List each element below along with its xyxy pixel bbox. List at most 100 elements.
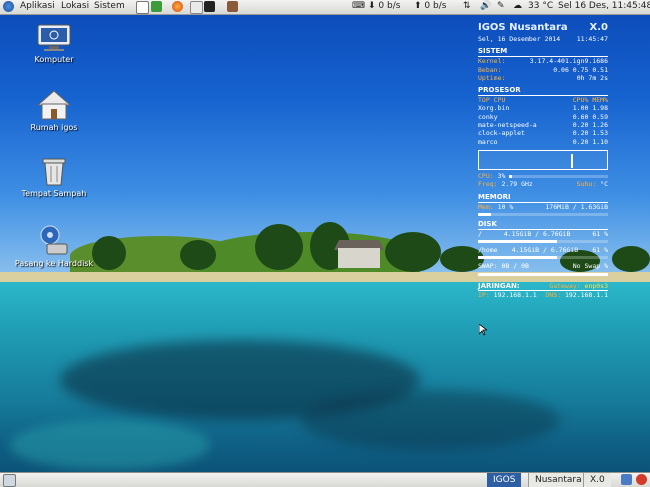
temperature-value[interactable]: 33 °C xyxy=(528,1,553,11)
prosesor-heading: PROSESOR xyxy=(478,86,608,97)
terminal-launcher-icon[interactable] xyxy=(204,1,215,12)
disk-bar-fill xyxy=(478,256,558,260)
firefox-launcher-icon[interactable] xyxy=(172,1,183,12)
swap-bar xyxy=(478,272,608,276)
desktop-icon-pasang-ke-harddisk[interactable]: Pasang ke Harddisk xyxy=(14,224,94,268)
sistem-value: 0h 7m 2s xyxy=(576,73,608,82)
network-tray-icon[interactable]: ⇅ xyxy=(463,1,471,11)
net-download-value: 0 b/s xyxy=(378,1,401,11)
disk-value: 4.15GiB / 6.76GiB xyxy=(511,246,579,255)
conky-system-monitor: IGOS Nusantara X.0 Sel, 16 Desember 2014… xyxy=(478,22,608,299)
wallpaper-tree xyxy=(385,232,441,272)
disk-percent: 61 % xyxy=(592,229,608,238)
freq-row: Freq: 2.79 GHz Suhu: °C xyxy=(478,180,608,188)
dns-label: DNS: xyxy=(545,291,562,300)
sistem-value: 3.17.4-401.ign9.i686 xyxy=(529,57,608,66)
desktop-icon-label: Pasang ke Harddisk xyxy=(14,259,94,268)
disk-bar-fill xyxy=(478,240,558,244)
wallpaper-tree xyxy=(255,224,303,270)
weather-tray-icon[interactable]: ☁ xyxy=(513,1,522,11)
workspace-2[interactable]: Nusantara xyxy=(528,473,588,487)
swap-label: SWAP: xyxy=(478,262,498,271)
disk-label: / xyxy=(478,229,482,238)
wallpaper-reef xyxy=(300,390,560,450)
disk-bar xyxy=(478,256,608,260)
sistem-label: Beban: xyxy=(478,65,502,74)
cpu-row: CPU: 3% xyxy=(478,172,608,180)
mem-row: Mem: 10 % 176MiB / 1.63GiB xyxy=(478,203,608,211)
show-desktop-icon[interactable] xyxy=(3,474,16,487)
disk-heading: DISK xyxy=(478,220,608,230)
desktop-icon-rumah-igos[interactable]: Rumah igos xyxy=(14,90,94,132)
mem-value: 176MiB / 1.63GiB xyxy=(545,202,608,211)
text-editor-launcher-icon[interactable] xyxy=(136,1,149,14)
wallpaper-reef xyxy=(10,420,210,470)
conky-title: IGOS Nusantara xyxy=(478,22,568,33)
workspace-1[interactable]: IGOS xyxy=(487,473,522,487)
process-mem: 1.98 xyxy=(592,104,608,113)
volume-tray-icon[interactable]: 🔊 xyxy=(480,1,491,11)
net-download-indicator: ⬇ 0 b/s xyxy=(368,1,401,11)
screen-icon[interactable] xyxy=(621,474,632,485)
desktop-icon-label: Tempat Sampah xyxy=(21,189,87,198)
cpu-usage-graph xyxy=(478,149,608,170)
wallpaper-hut xyxy=(338,248,380,268)
cpu-bar xyxy=(509,174,608,178)
menu-aplikasi[interactable]: Aplikasi xyxy=(20,1,55,11)
process-row: clock-applet 0.20 1.53 xyxy=(478,129,608,137)
process-row: marco 0.20 1.10 xyxy=(478,138,608,146)
top-panel: Aplikasi Lokasi Sistem ⌨ ⬇ 0 b/s ⬆ 0 b/s… xyxy=(0,0,650,15)
workspace-3[interactable]: X.0 xyxy=(583,473,611,487)
app-launcher-icon[interactable] xyxy=(227,1,238,12)
process-col-name: TOP CPU xyxy=(478,96,506,105)
process-row: conky 0.60 0.59 xyxy=(478,113,608,121)
jaringan-heading: JARINGAN: xyxy=(478,281,520,290)
clock[interactable]: Sel 16 Des, 11:45:48 xyxy=(558,1,650,11)
keyboard-tray-icon[interactable]: ⌨ xyxy=(352,1,365,11)
desktop-icon-label: Komputer xyxy=(34,55,74,64)
process-mem: 1.53 xyxy=(592,129,608,138)
cpu-value: 3% xyxy=(497,171,506,180)
process-name: marco xyxy=(478,137,498,146)
mem-bar xyxy=(478,212,608,216)
gateway-label: Gateway: xyxy=(549,281,581,290)
process-row: mate-netspeed-a 0.20 1.26 xyxy=(478,121,608,129)
menu-sistem[interactable]: Sistem xyxy=(94,1,125,11)
menu-lokasi[interactable]: Lokasi xyxy=(61,1,89,11)
desktop-icon-label: Rumah igos xyxy=(30,123,78,132)
process-mem: 0.59 xyxy=(592,112,608,121)
swap-value: 0B / 0B xyxy=(501,262,529,271)
wallpaper-tree xyxy=(92,236,126,270)
process-mem: 1.10 xyxy=(592,137,608,146)
spreadsheet-launcher-icon[interactable] xyxy=(151,1,162,12)
distro-logo-icon[interactable] xyxy=(3,1,14,12)
desktop-icon-tempat-sampah[interactable]: Tempat Sampah xyxy=(14,156,94,198)
mouse-pointer-icon xyxy=(478,321,489,336)
mem-label: Mem: xyxy=(478,202,494,211)
process-name: clock-applet xyxy=(478,129,525,138)
disk-percent: 61 % xyxy=(592,246,608,255)
file-manager-launcher-icon[interactable] xyxy=(190,1,203,14)
process-cpu: 0.20 xyxy=(572,137,589,146)
network-row: IP: 192.168.1.1 DNS: 192.168.1.1 xyxy=(478,290,608,299)
sistem-label: Kernel: xyxy=(478,57,506,66)
process-cpu: 1.00 xyxy=(572,104,589,113)
trash-icon xyxy=(41,156,67,186)
mem-bar-fill xyxy=(478,212,491,216)
conky-date: Sel, 16 Desember 2014 xyxy=(478,35,561,43)
shutdown-icon[interactable] xyxy=(636,474,647,485)
gateway-value: enp0s3 xyxy=(584,281,608,290)
sistem-label: Uptime: xyxy=(478,73,506,82)
desktop-icon-komputer[interactable]: Komputer xyxy=(14,24,94,64)
temp-label: Suhu: xyxy=(576,180,597,189)
process-cpu: 0.20 xyxy=(572,121,589,130)
swap-row: SWAP: 0B / 0B No Swap % xyxy=(478,262,608,270)
sistem-heading: SISTEM xyxy=(478,47,608,58)
install-disk-icon xyxy=(39,224,69,256)
process-cpu: 0.20 xyxy=(572,129,589,138)
computer-icon xyxy=(37,24,71,52)
settings-tray-icon[interactable]: ✎ xyxy=(497,1,505,11)
memori-heading: MEMORI xyxy=(478,193,608,203)
freq-label: Freq: xyxy=(478,180,498,189)
net-upload-value: 0 b/s xyxy=(424,1,447,11)
